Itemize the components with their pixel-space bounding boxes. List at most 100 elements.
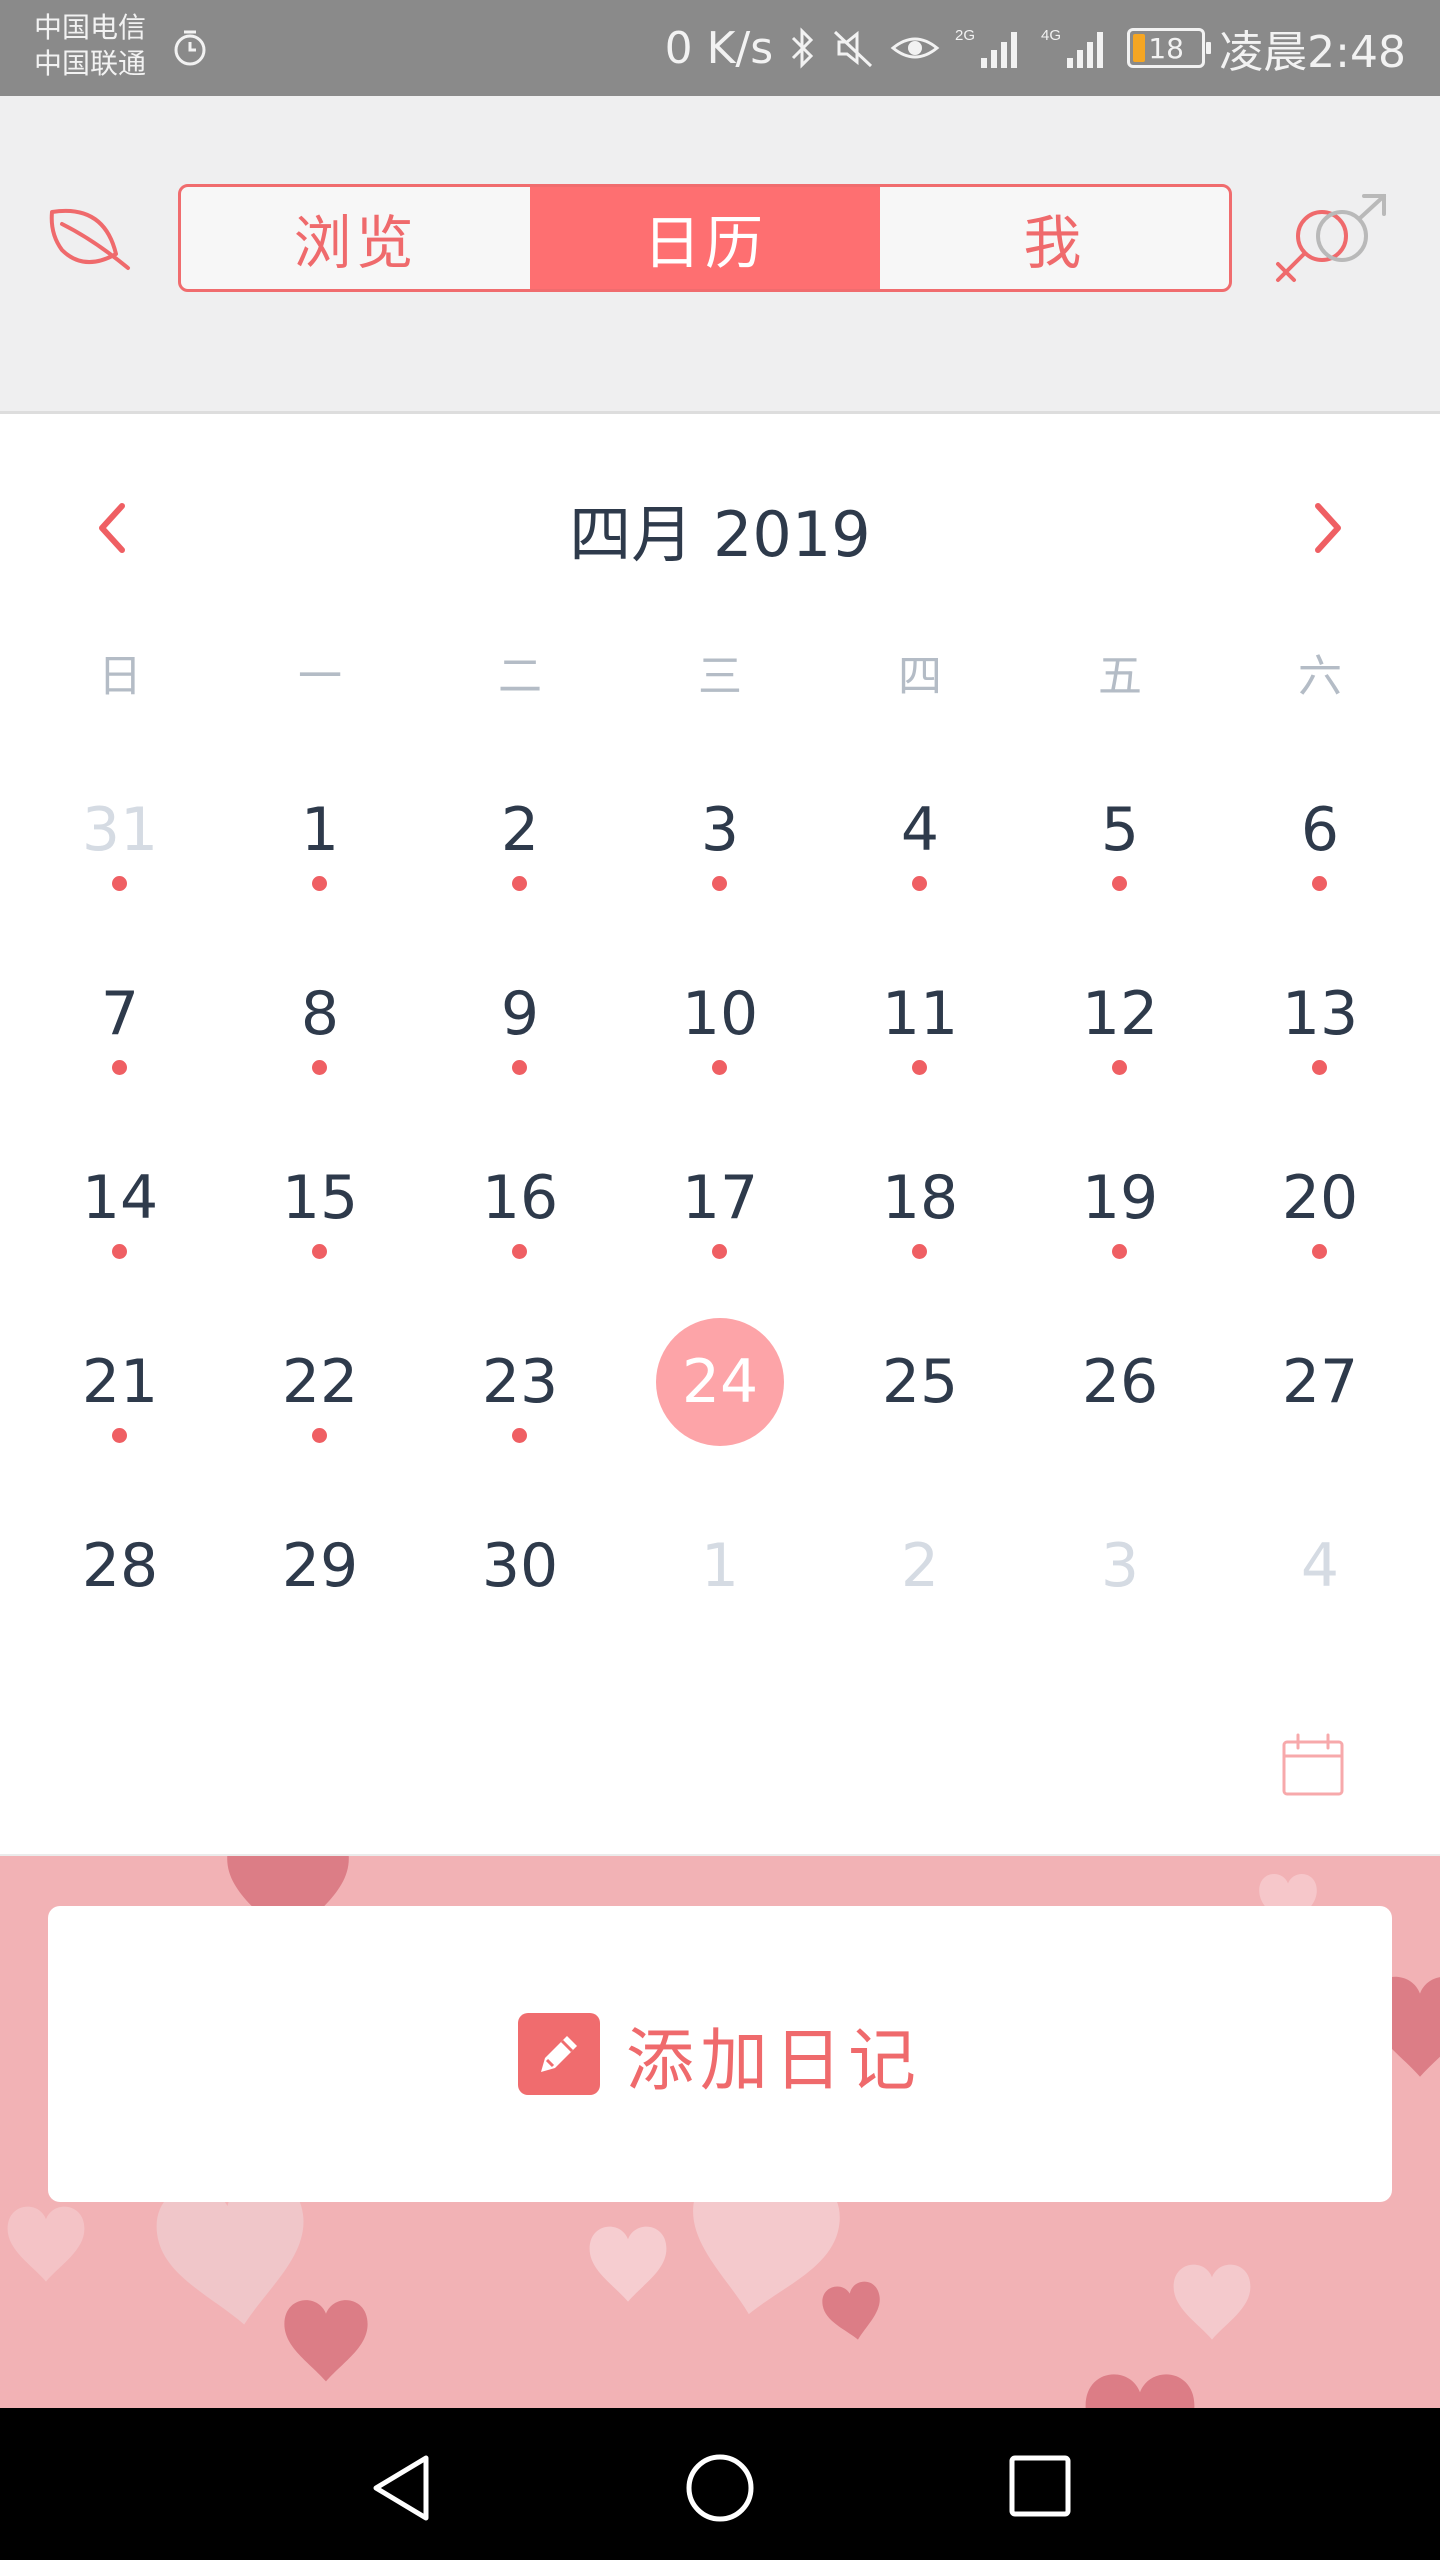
calendar-day[interactable]: 7 (20, 924, 220, 1108)
recent-apps-icon[interactable] (1008, 2454, 1072, 2518)
calendar-day[interactable]: 18 (820, 1108, 1020, 1292)
calendar-day-adjacent-month[interactable]: 1 (620, 1476, 820, 1660)
day-number: 6 (1300, 795, 1340, 865)
alarm-clock-icon (174, 30, 206, 66)
calendar-day-adjacent-month[interactable]: 3 (1020, 1476, 1220, 1660)
bluetooth-icon (792, 27, 814, 69)
battery-indicator: 18 (1127, 28, 1212, 68)
calendar-day[interactable]: 28 (20, 1476, 220, 1660)
diary-entry-dot (312, 876, 327, 891)
status-bar: 中国电信 中国联通 0 K/s 2G 4G 18 凌晨2:48 (0, 0, 1440, 96)
day-number: 9 (500, 979, 540, 1049)
calendar-day-grid: 31 1 2 3 4 5 6 7 8 9 10 11 12 13 14 15 16 17 18 19 20 21 22 23 2… (20, 740, 1420, 1660)
home-icon[interactable] (684, 2452, 756, 2524)
calendar-icon[interactable] (1280, 1732, 1346, 1798)
calendar-day[interactable]: 29 (220, 1476, 420, 1660)
mute-icon (834, 30, 873, 68)
calendar-day-adjacent-month[interactable]: 2 (820, 1476, 1020, 1660)
calendar-day-adjacent-month[interactable]: 31 (20, 740, 220, 924)
day-number: 3 (700, 795, 740, 865)
day-number: 13 (1281, 979, 1359, 1049)
day-number: 31 (81, 795, 159, 865)
calendar-day[interactable]: 16 (420, 1108, 620, 1292)
day-number: 8 (300, 979, 340, 1049)
day-number: 21 (81, 1347, 159, 1417)
weekday-label: 二 (498, 651, 542, 702)
weekday-label: 五 (1098, 651, 1142, 702)
couple-gender-icon[interactable] (1268, 192, 1392, 288)
calendar-day[interactable]: 13 (1220, 924, 1420, 1108)
calendar-day[interactable]: 21 (20, 1292, 220, 1476)
diary-entry-dot (1312, 1244, 1327, 1259)
tab-calendar[interactable]: 日历 (530, 187, 880, 289)
carrier-2: 中国联通 (34, 47, 147, 80)
calendar-day[interactable]: 23 (420, 1292, 620, 1476)
back-icon[interactable] (368, 2452, 434, 2524)
add-diary-button[interactable]: 添加日记 (48, 1906, 1392, 2202)
calendar-day[interactable]: 8 (220, 924, 420, 1108)
day-number: 1 (700, 1531, 740, 1601)
day-number: 2 (900, 1531, 940, 1601)
day-number: 4 (900, 795, 940, 865)
diary-banner: 添加日记 (0, 1854, 1440, 2408)
diary-entry-dot (112, 1060, 127, 1075)
signal-4g-icon: 4G (1041, 27, 1104, 68)
calendar-week-row: 14 15 16 17 18 19 20 (20, 1108, 1420, 1292)
calendar-day[interactable]: 30 (420, 1476, 620, 1660)
clock-time: 凌晨2:48 (1219, 27, 1406, 78)
calendar-day[interactable]: 1 (220, 740, 420, 924)
calendar-day[interactable]: 5 (1020, 740, 1220, 924)
calendar-day[interactable]: 20 (1220, 1108, 1420, 1292)
calendar-week-row: 28 29 30 1 2 3 4 (20, 1476, 1420, 1660)
day-number: 23 (481, 1347, 559, 1417)
calendar-week-row: 21 22 23 24 25 26 27 (20, 1292, 1420, 1476)
calendar-day[interactable]: 3 (620, 740, 820, 924)
diary-entry-dot (1312, 876, 1327, 891)
diary-entry-dot (1112, 1060, 1127, 1075)
calendar-day[interactable]: 15 (220, 1108, 420, 1292)
diary-entry-dot (112, 1244, 127, 1259)
weekday-label: 三 (698, 651, 742, 702)
calendar-day[interactable]: 6 (1220, 740, 1420, 924)
day-number: 11 (881, 979, 959, 1049)
day-number: 24 (681, 1347, 759, 1417)
diary-entry-dot (512, 1060, 527, 1075)
calendar-day[interactable]: 11 (820, 924, 1020, 1108)
diary-entry-dot (1112, 876, 1127, 891)
calendar-day[interactable]: 14 (20, 1108, 220, 1292)
day-number: 30 (481, 1531, 559, 1601)
tab-browse[interactable]: 浏览 (181, 187, 530, 289)
leaf-icon[interactable] (44, 194, 134, 284)
calendar-day[interactable]: 9 (420, 924, 620, 1108)
month-navigation: 四月 2019 (0, 470, 1440, 580)
tab-me[interactable]: 我 (880, 187, 1229, 289)
status-icons: 0 K/s 2G 4G 18 凌晨2:48 (665, 0, 1406, 96)
calendar-day[interactable]: 10 (620, 924, 820, 1108)
day-number: 22 (281, 1347, 359, 1417)
calendar-day[interactable]: 17 (620, 1108, 820, 1292)
calendar-week-row: 7 8 9 10 11 12 13 (20, 924, 1420, 1108)
system-navigation-bar (0, 2408, 1440, 2560)
calendar-day[interactable]: 22 (220, 1292, 420, 1476)
diary-entry-dot (312, 1428, 327, 1443)
calendar-day[interactable]: 2 (420, 740, 620, 924)
calendar-day[interactable]: 26 (1020, 1292, 1220, 1476)
day-number: 16 (481, 1163, 559, 1233)
chevron-right-icon[interactable] (1290, 492, 1362, 564)
diary-entry-dot (912, 1244, 927, 1259)
calendar-day-today[interactable]: 24 (620, 1292, 820, 1476)
calendar-day-adjacent-month[interactable]: 4 (1220, 1476, 1420, 1660)
calendar-day[interactable]: 12 (1020, 924, 1220, 1108)
calendar-day[interactable]: 25 (820, 1292, 1020, 1476)
day-number: 15 (281, 1163, 359, 1233)
calendar-day[interactable]: 27 (1220, 1292, 1420, 1476)
calendar-day[interactable]: 4 (820, 740, 1020, 924)
calendar-day[interactable]: 19 (1020, 1108, 1220, 1292)
net-speed: 0 K/s (664, 22, 774, 74)
diary-entry-dot (712, 876, 727, 891)
day-number: 17 (681, 1163, 759, 1233)
diary-entry-dot (512, 1244, 527, 1259)
carrier-1: 中国电信 (34, 11, 147, 44)
day-number: 1 (300, 795, 340, 865)
day-number: 20 (1281, 1163, 1359, 1233)
